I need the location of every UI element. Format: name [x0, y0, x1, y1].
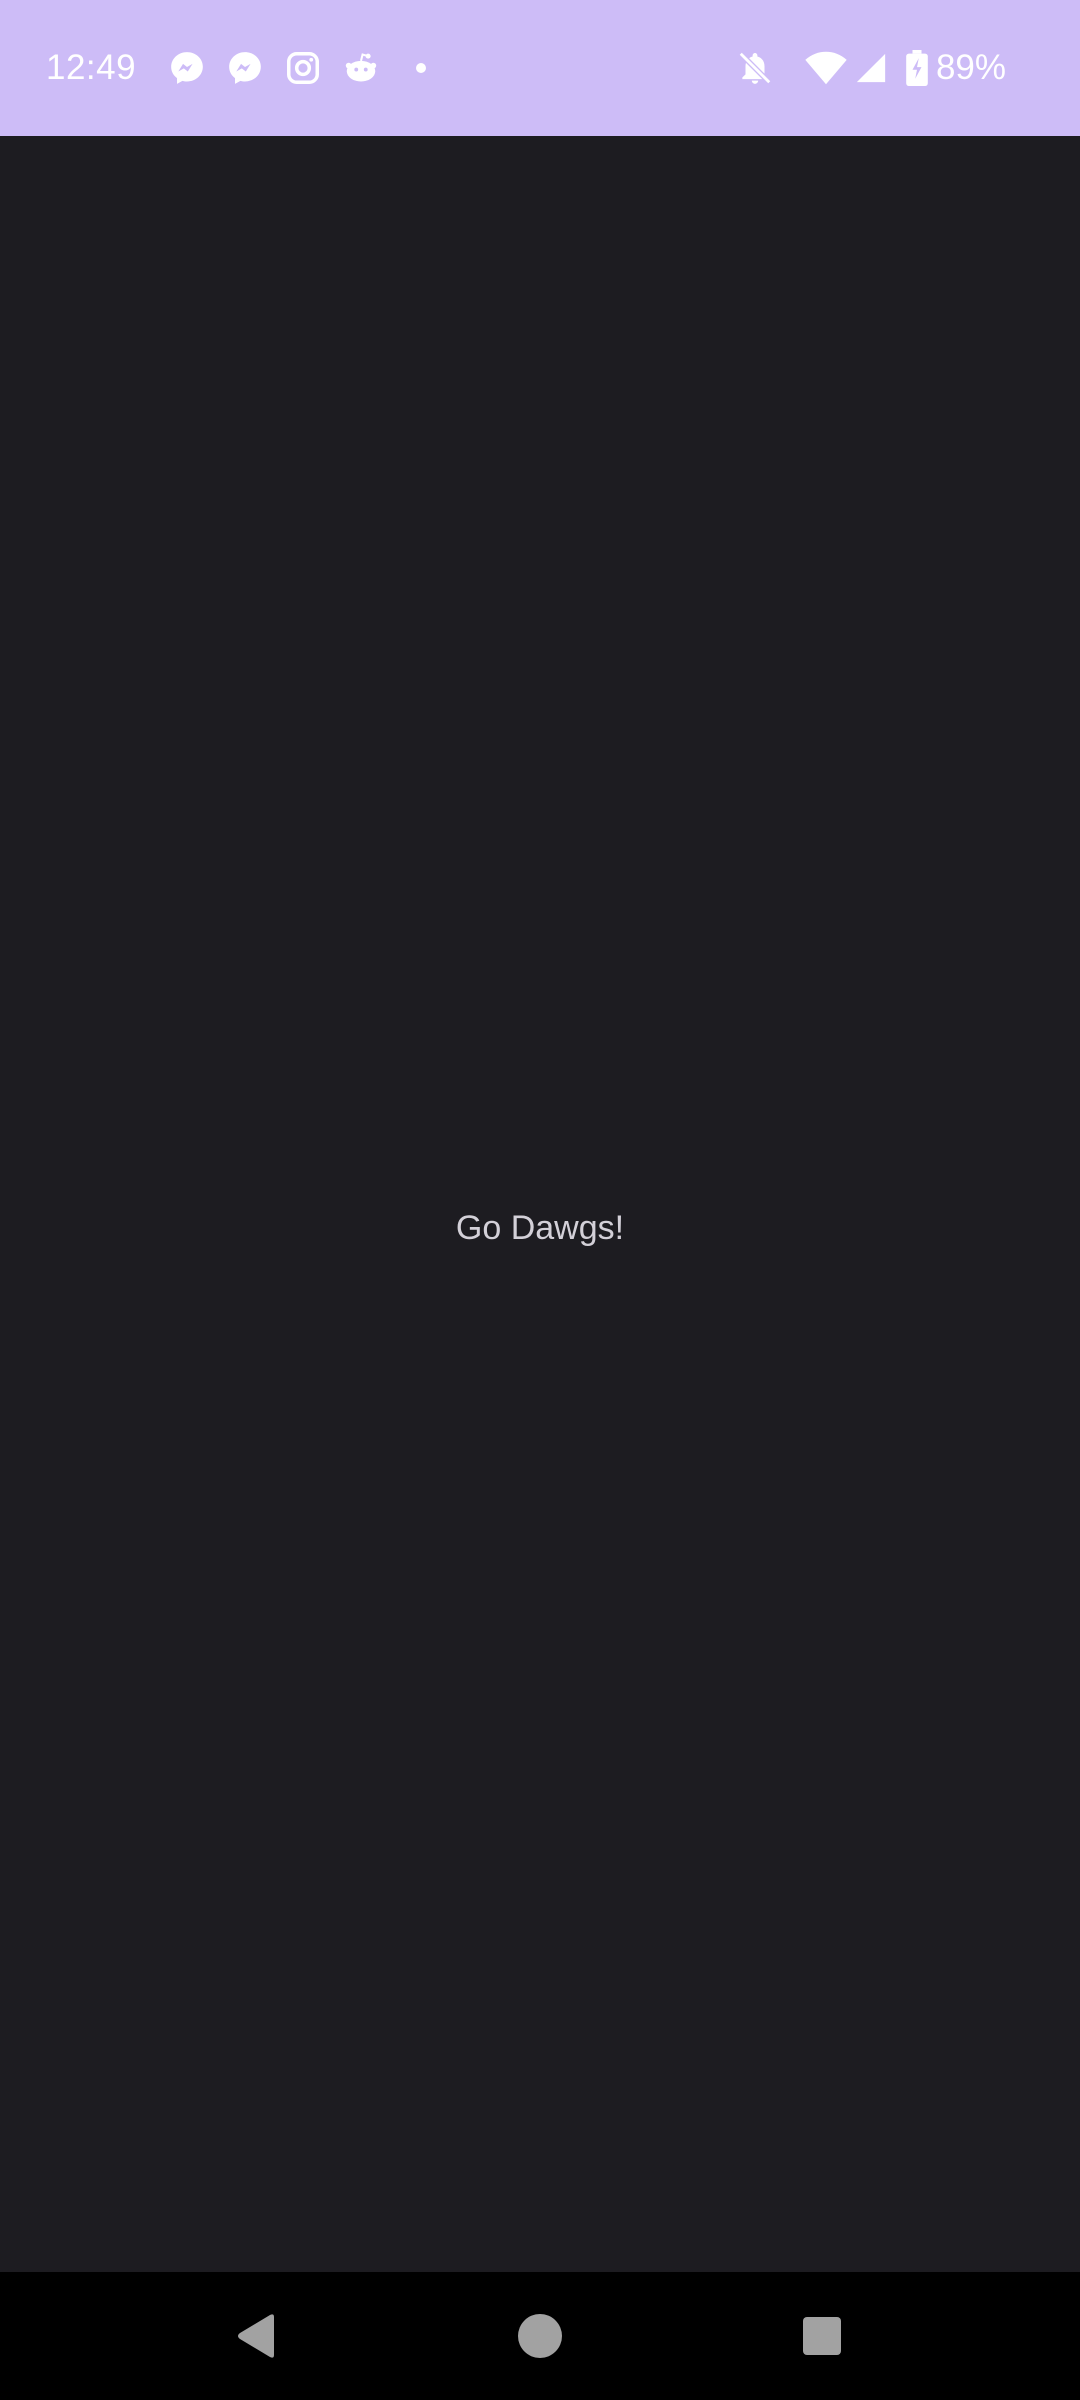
messenger-icon — [168, 49, 206, 87]
cell-signal-icon — [854, 51, 888, 85]
recents-icon — [803, 2317, 841, 2355]
reddit-icon — [342, 49, 380, 87]
status-right: 89% — [718, 0, 1006, 136]
screen: 12:49 89% Go Dawgs! — [0, 0, 1080, 2400]
status-left: 12:49 — [46, 0, 427, 136]
home-icon — [518, 2314, 562, 2358]
notifications-off-icon — [736, 49, 774, 87]
navigation-bar — [0, 2272, 1080, 2400]
back-button[interactable] — [196, 2272, 316, 2400]
main-content: Go Dawgs! — [0, 136, 1080, 2272]
battery-charging-icon — [906, 50, 928, 86]
messenger-icon — [226, 49, 264, 87]
instagram-icon — [284, 49, 322, 87]
wifi-icon — [804, 50, 848, 86]
more-notifications-dot-icon — [416, 63, 427, 73]
battery-percent: 89% — [935, 48, 1006, 87]
recents-button[interactable] — [762, 2272, 882, 2400]
status-time: 12:49 — [46, 48, 137, 87]
home-button[interactable] — [480, 2272, 600, 2400]
status-bar: 12:49 89% — [0, 0, 1080, 136]
back-icon — [238, 2314, 274, 2358]
message-text: Go Dawgs! — [455, 1209, 625, 1247]
